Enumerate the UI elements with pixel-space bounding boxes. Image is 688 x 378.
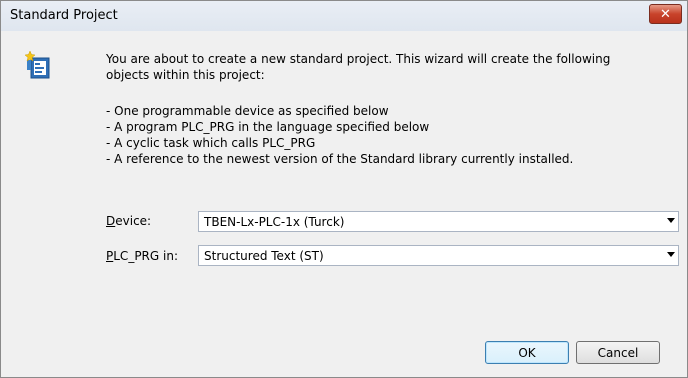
chevron-down-icon[interactable]	[667, 218, 675, 223]
device-label-rest: evice:	[115, 214, 152, 228]
plc-prg-language-dropdown[interactable]: Structured Text (ST)	[198, 245, 679, 266]
close-icon: ✕	[660, 6, 671, 22]
plc-prg-dropdown-value: Structured Text (ST)	[204, 248, 324, 263]
device-dropdown-value: TBEN-Lx-PLC-1x (Turck)	[204, 214, 345, 229]
cancel-button[interactable]: Cancel	[576, 341, 660, 364]
bullet-list: - One programmable device as specified b…	[106, 103, 666, 167]
plc-prg-label-rest: LC_PRG in:	[113, 249, 178, 263]
intro-line-1: You are about to create a new standard p…	[106, 52, 611, 66]
device-dropdown[interactable]: TBEN-Lx-PLC-1x (Turck)	[198, 211, 679, 232]
wizard-project-icon	[25, 51, 50, 79]
device-label: Device:	[106, 214, 151, 228]
plc-prg-label: PLC_PRG in:	[106, 249, 178, 263]
bullet-item: - A program PLC_PRG in the language spec…	[106, 120, 430, 134]
intro-line-2: objects within this project:	[106, 68, 265, 82]
intro-text: You are about to create a new standard p…	[106, 51, 666, 83]
ok-button[interactable]: OK	[485, 341, 569, 364]
bullet-item: - One programmable device as specified b…	[106, 104, 389, 118]
device-label-accesskey: D	[106, 214, 116, 228]
standard-project-dialog: Standard Project ✕ You are about to crea…	[0, 0, 688, 378]
bullet-item: - A cyclic task which calls PLC_PRG	[106, 136, 316, 150]
title-bar[interactable]: Standard Project ✕	[1, 1, 687, 31]
bullet-item: - A reference to the newest version of t…	[106, 152, 574, 166]
window-title: Standard Project	[10, 8, 118, 23]
close-button[interactable]: ✕	[649, 4, 682, 24]
dialog-body: You are about to create a new standard p…	[8, 31, 680, 372]
chevron-down-icon[interactable]	[667, 252, 675, 257]
